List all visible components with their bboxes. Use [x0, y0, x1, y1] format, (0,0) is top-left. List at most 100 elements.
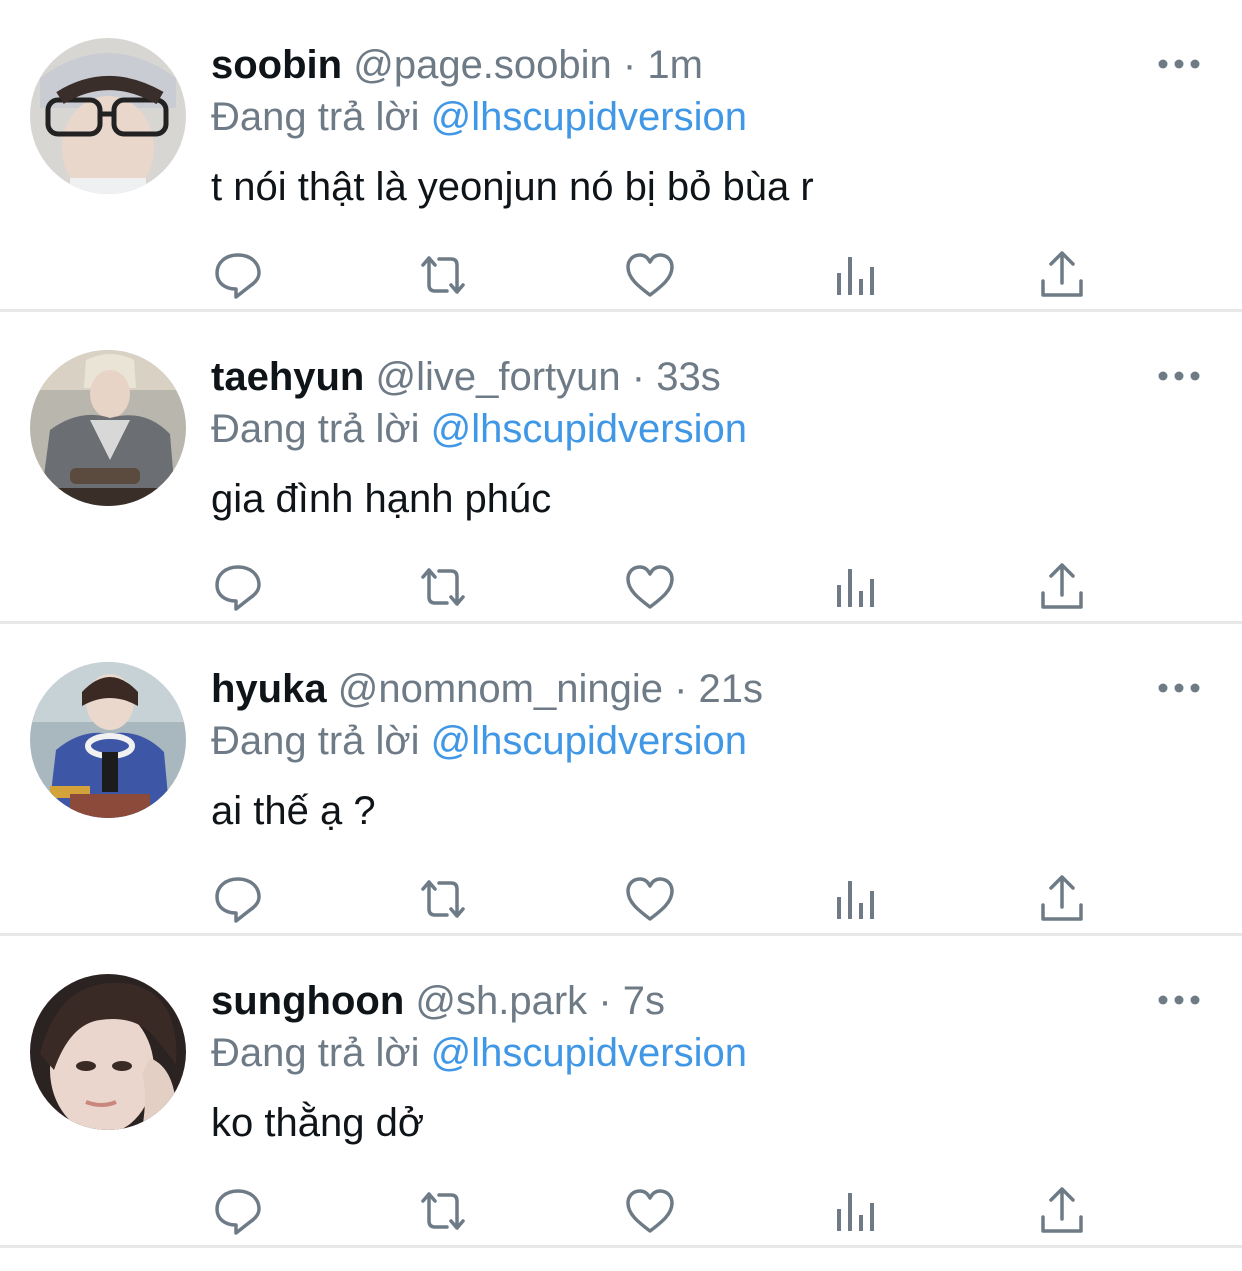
avatar-photo [30, 350, 186, 506]
display-name[interactable]: taehyun [211, 355, 364, 399]
tweet-header: hyuka @nomnom_ningie · 21s [211, 664, 763, 714]
display-name[interactable]: soobin [211, 43, 342, 87]
three-dots-icon [1158, 995, 1200, 1005]
separator-dot: · [631, 355, 646, 399]
tweet-header: taehyun @live_fortyun · 33s [211, 352, 721, 402]
tweet-text: ko thằng dở [211, 1101, 425, 1145]
three-dots-icon [1158, 683, 1200, 693]
separator-dot: · [674, 667, 688, 711]
retweet-arrows-icon [421, 880, 465, 918]
speech-bubble-icon [215, 877, 261, 923]
share-button[interactable] [1032, 557, 1092, 617]
replying-to-handle-link[interactable]: @lhscupidversion [431, 95, 747, 139]
tweet-actions [0, 869, 1242, 929]
replying-to-label: Đang trả lời [211, 1031, 420, 1075]
user-handle[interactable]: @sh.park [415, 979, 587, 1023]
avatar-photo [30, 38, 186, 194]
replying-to-handle-link[interactable]: @lhscupidversion [431, 1031, 747, 1075]
tweet-item[interactable]: soobin @page.soobin · 1m Đang trả lời @l… [0, 0, 1242, 312]
like-button[interactable] [620, 869, 680, 929]
like-button[interactable] [620, 1181, 680, 1241]
three-dots-icon [1158, 59, 1200, 69]
upload-arrow-icon [1041, 1187, 1083, 1233]
avatar-photo [30, 974, 186, 1130]
avatar-photo [30, 662, 186, 818]
tweet-actions [0, 1181, 1242, 1241]
retweet-button[interactable] [413, 245, 473, 305]
replying-to-label: Đang trả lời [211, 95, 420, 139]
more-options-button[interactable] [1156, 50, 1202, 78]
speech-bubble-icon [215, 1189, 261, 1235]
separator-dot: · [622, 43, 637, 87]
replying-to-label: Đang trả lời [211, 407, 420, 451]
replying-to-label: Đang trả lời [211, 719, 420, 763]
tweet-item[interactable]: sunghoon @sh.park · 7s Đang trả lời @lhs… [0, 936, 1242, 1248]
tweet-item[interactable]: hyuka @nomnom_ningie · 21s Đang trả lời … [0, 624, 1242, 936]
heart-outline-icon [626, 877, 674, 921]
tweet-text: ai thế ạ ? [211, 789, 376, 833]
replying-to-handle-link[interactable]: @lhscupidversion [431, 407, 747, 451]
three-dots-icon [1158, 371, 1200, 381]
upload-arrow-icon [1041, 875, 1083, 921]
display-name[interactable]: sunghoon [211, 979, 404, 1023]
retweet-button[interactable] [413, 1181, 473, 1241]
like-button[interactable] [620, 245, 680, 305]
heart-outline-icon [626, 565, 674, 609]
speech-bubble-icon [215, 565, 261, 611]
views-button[interactable] [826, 1181, 886, 1241]
more-options-button[interactable] [1156, 986, 1202, 1014]
separator-dot: · [598, 979, 612, 1023]
views-button[interactable] [826, 557, 886, 617]
replying-to-handle-link[interactable]: @lhscupidversion [431, 719, 747, 763]
tweet-item[interactable]: taehyun @live_fortyun · 33s Đang trả lời… [0, 312, 1242, 624]
retweet-arrows-icon [421, 568, 465, 606]
user-handle[interactable]: @live_fortyun [375, 355, 620, 399]
avatar[interactable] [30, 662, 186, 818]
bar-chart-icon [837, 257, 874, 295]
more-options-button[interactable] [1156, 362, 1202, 390]
timestamp[interactable]: 33s [656, 355, 721, 399]
tweet-actions [0, 245, 1242, 305]
display-name[interactable]: hyuka [211, 667, 327, 711]
timestamp[interactable]: 21s [699, 667, 764, 711]
views-button[interactable] [826, 245, 886, 305]
timestamp[interactable]: 1m [647, 43, 703, 87]
tweet-header: sunghoon @sh.park · 7s [211, 976, 665, 1026]
reply-button[interactable] [208, 1181, 268, 1241]
user-handle[interactable]: @page.soobin [353, 43, 612, 87]
user-handle[interactable]: @nomnom_ningie [338, 667, 663, 711]
retweet-button[interactable] [413, 557, 473, 617]
replying-to: Đang trả lời @lhscupidversion [211, 716, 747, 766]
retweet-arrows-icon [421, 1192, 465, 1230]
views-button[interactable] [826, 869, 886, 929]
reply-button[interactable] [208, 869, 268, 929]
bar-chart-icon [837, 569, 874, 607]
avatar[interactable] [30, 974, 186, 1130]
divider [0, 1245, 1242, 1248]
tweet-text: t nói thật là yeonjun nó bị bỏ bùa r [211, 165, 814, 209]
timestamp[interactable]: 7s [623, 979, 665, 1023]
upload-arrow-icon [1041, 563, 1083, 609]
speech-bubble-icon [215, 253, 261, 299]
more-options-button[interactable] [1156, 674, 1202, 702]
share-button[interactable] [1032, 245, 1092, 305]
tweet-text: gia đình hạnh phúc [211, 477, 552, 521]
like-button[interactable] [620, 557, 680, 617]
heart-outline-icon [626, 1189, 674, 1233]
share-button[interactable] [1032, 869, 1092, 929]
avatar[interactable] [30, 38, 186, 194]
tweet-header: soobin @page.soobin · 1m [211, 40, 703, 90]
reply-button[interactable] [208, 245, 268, 305]
reply-button[interactable] [208, 557, 268, 617]
replying-to: Đang trả lời @lhscupidversion [211, 404, 747, 454]
avatar[interactable] [30, 350, 186, 506]
upload-arrow-icon [1041, 251, 1083, 297]
reply-feed: soobin @page.soobin · 1m Đang trả lời @l… [0, 0, 1242, 1271]
bar-chart-icon [837, 881, 874, 919]
share-button[interactable] [1032, 1181, 1092, 1241]
retweet-arrows-icon [421, 256, 465, 294]
retweet-button[interactable] [413, 869, 473, 929]
tweet-actions [0, 557, 1242, 617]
bar-chart-icon [837, 1193, 874, 1231]
replying-to: Đang trả lời @lhscupidversion [211, 92, 747, 142]
